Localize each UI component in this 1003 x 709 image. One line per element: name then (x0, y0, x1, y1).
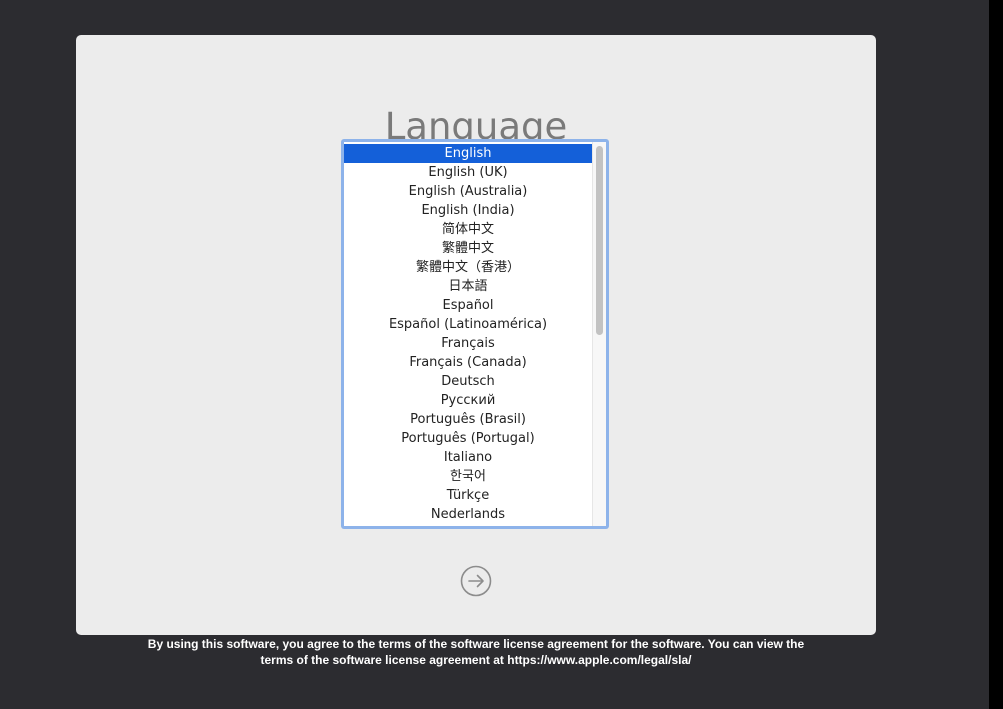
language-list-items: English English (UK) English (Australia) En… (344, 144, 592, 524)
arrow-right-circle-icon (460, 565, 492, 597)
language-option[interactable]: Italiano (344, 448, 592, 467)
language-option[interactable]: Nederlands (344, 505, 592, 524)
language-panel: Language English English (UK) English (Aus… (76, 35, 876, 635)
scrollbar-thumb[interactable] (596, 146, 603, 335)
language-option[interactable]: Español (Latinoamérica) (344, 315, 592, 334)
language-option[interactable]: Français (Canada) (344, 353, 592, 372)
language-option[interactable]: English (India) (344, 201, 592, 220)
license-line-2: terms of the software license agreement … (260, 653, 692, 667)
language-option[interactable]: Русский (344, 391, 592, 410)
language-option[interactable]: Türkçe (344, 486, 592, 505)
language-option[interactable]: 繁體中文（香港） (344, 258, 592, 277)
license-notice: By using this software, you agree to the… (76, 636, 876, 668)
language-option[interactable]: English (UK) (344, 163, 592, 182)
language-option[interactable]: Español (344, 296, 592, 315)
screen-edge (989, 0, 1003, 709)
language-option[interactable]: 简体中文 (344, 220, 592, 239)
license-line-1: By using this software, you agree to the… (147, 637, 805, 651)
language-option[interactable]: Français (344, 334, 592, 353)
language-option[interactable]: English (Australia) (344, 182, 592, 201)
scrollbar-track[interactable] (592, 142, 606, 526)
language-list[interactable]: English English (UK) English (Australia) En… (344, 142, 606, 526)
language-option[interactable]: English (344, 144, 592, 163)
language-option[interactable]: Deutsch (344, 372, 592, 391)
language-option[interactable]: 한국어 (344, 467, 592, 486)
language-list-focus-ring: English English (UK) English (Australia) En… (341, 139, 609, 529)
language-option[interactable]: 日本語 (344, 277, 592, 296)
continue-button[interactable] (460, 565, 492, 597)
language-option[interactable]: Português (Portugal) (344, 429, 592, 448)
language-option[interactable]: Português (Brasil) (344, 410, 592, 429)
language-option[interactable]: 繁體中文 (344, 239, 592, 258)
